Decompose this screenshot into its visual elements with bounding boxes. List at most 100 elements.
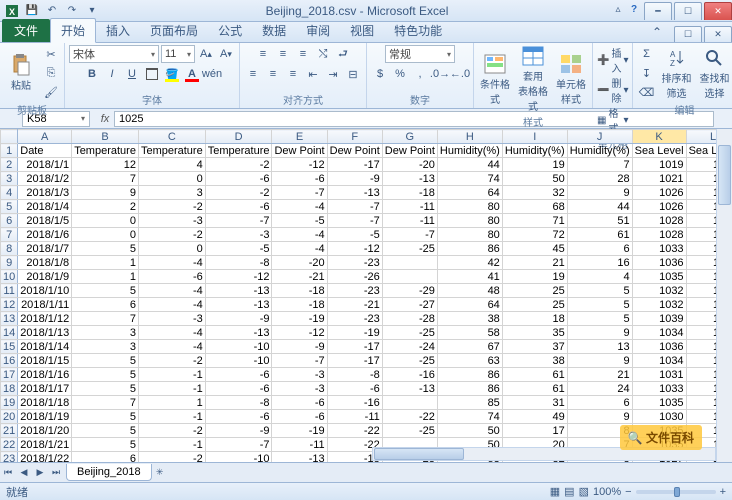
cell[interactable]: 6 (72, 452, 139, 463)
cell[interactable]: -4 (272, 228, 327, 242)
cell[interactable]: 5 (567, 312, 632, 326)
cell[interactable]: -6 (272, 396, 327, 410)
cell[interactable]: -6 (138, 270, 205, 284)
col-header-K[interactable]: K (632, 130, 686, 144)
row-header[interactable]: 7 (1, 228, 18, 242)
doc-restore-button[interactable]: ☐ (674, 26, 702, 42)
cell[interactable]: 0 (72, 214, 139, 228)
format-as-table-button[interactable]: 套用 表格格式 (516, 45, 550, 113)
tab-layout[interactable]: 页面布局 (140, 19, 208, 42)
borders-button[interactable] (143, 65, 161, 83)
delete-cells-button[interactable]: ➖删除 ▾ (597, 75, 628, 105)
decrease-decimal-button[interactable]: ←.0 (451, 65, 469, 83)
row-header[interactable]: 5 (1, 200, 18, 214)
row-header[interactable]: 23 (1, 452, 18, 463)
cell[interactable]: 5 (72, 382, 139, 396)
cell[interactable]: 19 (502, 158, 567, 172)
cell[interactable]: 71 (502, 214, 567, 228)
cell[interactable]: -5 (327, 228, 382, 242)
help-icon[interactable]: ? (626, 2, 642, 18)
cell[interactable]: -4 (138, 340, 205, 354)
cell[interactable]: -3 (205, 228, 272, 242)
cell[interactable] (382, 396, 437, 410)
cell[interactable]: -12 (272, 158, 327, 172)
new-sheet-button[interactable]: ✳ (152, 465, 168, 481)
row-header[interactable]: 19 (1, 396, 18, 410)
cell[interactable]: -26 (327, 270, 382, 284)
cell[interactable]: -2 (138, 200, 205, 214)
cell[interactable]: 1032 (632, 298, 686, 312)
cell[interactable]: -23 (327, 256, 382, 270)
prev-sheet-button[interactable]: ◀ (16, 465, 32, 481)
percent-button[interactable]: % (391, 65, 409, 83)
row-header[interactable]: 8 (1, 242, 18, 256)
next-sheet-button[interactable]: ▶ (32, 465, 48, 481)
cell[interactable]: 5 (72, 410, 139, 424)
cell[interactable]: 1026 (632, 186, 686, 200)
cell[interactable]: Dew Point (272, 144, 327, 158)
cell[interactable]: 2018/1/13 (18, 326, 72, 340)
cell[interactable]: -1 (138, 410, 205, 424)
cell[interactable]: 2018/1/10 (18, 284, 72, 298)
scroll-thumb[interactable] (374, 448, 464, 460)
cell[interactable]: 2018/1/17 (18, 382, 72, 396)
cell[interactable]: Temperature (72, 144, 139, 158)
cell[interactable]: 9 (567, 326, 632, 340)
col-header-A[interactable]: A (18, 130, 72, 144)
col-header-G[interactable]: G (382, 130, 437, 144)
cell[interactable]: -25 (382, 354, 437, 368)
align-top-button[interactable]: ≡ (254, 45, 272, 63)
row-header[interactable]: 22 (1, 438, 18, 452)
cell[interactable]: 50 (437, 424, 502, 438)
cell[interactable]: 6 (72, 298, 139, 312)
col-header-J[interactable]: J (567, 130, 632, 144)
orientation-button[interactable]: ⤭ (314, 45, 332, 63)
cell[interactable]: -27 (382, 298, 437, 312)
scroll-thumb[interactable] (718, 145, 731, 205)
cell[interactable]: -18 (272, 284, 327, 298)
cell[interactable]: -17 (327, 158, 382, 172)
cell[interactable]: -10 (205, 340, 272, 354)
cell[interactable]: -13 (272, 452, 327, 463)
row-header[interactable]: 14 (1, 326, 18, 340)
cell[interactable]: -9 (205, 424, 272, 438)
cell[interactable]: 7 (72, 312, 139, 326)
number-format-combo[interactable]: 常规▾ (385, 45, 455, 63)
cell[interactable]: -2 (205, 186, 272, 200)
cell[interactable]: 31 (502, 396, 567, 410)
cell[interactable]: 2018/1/16 (18, 368, 72, 382)
cell[interactable]: 45 (502, 242, 567, 256)
cell[interactable]: 9 (567, 186, 632, 200)
cell[interactable]: 85 (437, 396, 502, 410)
paste-button[interactable]: 粘贴 (4, 54, 38, 92)
cell[interactable]: Humidity(%) (437, 144, 502, 158)
row-header[interactable]: 9 (1, 256, 18, 270)
cell[interactable]: 16 (567, 256, 632, 270)
cell[interactable]: -12 (327, 242, 382, 256)
cell[interactable]: 21 (502, 256, 567, 270)
row-header[interactable]: 6 (1, 214, 18, 228)
cell[interactable]: 19 (502, 270, 567, 284)
font-color-button[interactable]: A (183, 65, 201, 83)
cell[interactable]: 32 (502, 186, 567, 200)
cell[interactable]: 1034 (632, 326, 686, 340)
cell[interactable]: -7 (272, 186, 327, 200)
cell[interactable]: 1021 (632, 172, 686, 186)
tab-special[interactable]: 特色功能 (384, 19, 452, 42)
cell[interactable]: 38 (502, 354, 567, 368)
row-header[interactable]: 17 (1, 368, 18, 382)
cell[interactable]: -7 (205, 438, 272, 452)
cell[interactable]: Dew Point (382, 144, 437, 158)
cell[interactable]: -9 (272, 340, 327, 354)
cell[interactable]: -11 (327, 410, 382, 424)
cell[interactable]: 5 (567, 298, 632, 312)
cell[interactable]: 2018/1/15 (18, 354, 72, 368)
cell[interactable]: -25 (382, 424, 437, 438)
cell[interactable]: -6 (205, 410, 272, 424)
zoom-out-button[interactable]: − (625, 486, 631, 498)
cell[interactable]: -17 (327, 340, 382, 354)
cell[interactable]: -2 (138, 452, 205, 463)
cell[interactable]: -1 (138, 382, 205, 396)
cell[interactable]: 1035 (632, 270, 686, 284)
cell[interactable]: -13 (382, 172, 437, 186)
